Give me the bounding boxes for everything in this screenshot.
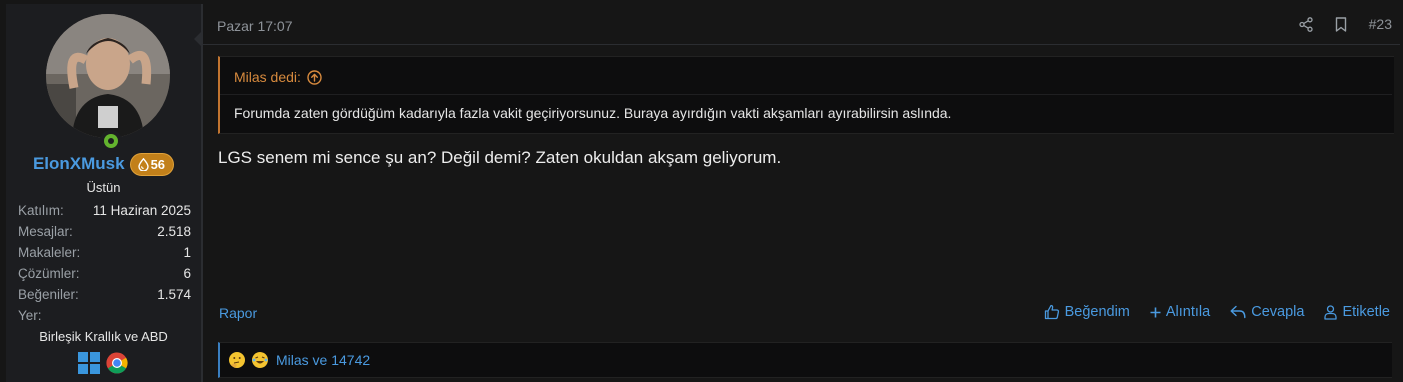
post-arrow [194,30,203,48]
reactions-bar[interactable]: Milas ve 14742 [218,342,1392,378]
stat-solutions: Çözümler: 6 [18,266,191,281]
stat-location: Yer: [18,308,42,323]
reply-button[interactable]: Cevapla [1230,304,1304,320]
reputation-badge[interactable]: 56 [129,152,175,176]
post-actions: Beğendim Alıntıla Cevapla Etiketle [1044,304,1390,320]
reputation-value: 56 [150,156,166,172]
quote-text: Forumda zaten gördüğüm kadarıyla fazla v… [234,105,952,121]
report-link[interactable]: Rapor [219,305,257,321]
post-main: Pazar 17:07 #23 Milas dedi: Forumda zate… [194,4,1400,382]
chrome-icon [106,352,128,374]
windows-icon [78,352,100,374]
forum-post: ElonXMusk 56 Üstün Katılım: 11 Haziran 20… [0,0,1403,382]
post-message: LGS senem mi sence şu an? Değil demi? Za… [218,148,782,167]
thumbs-up-icon [1044,304,1059,320]
quote-divider [220,94,1392,95]
quote-block: Milas dedi: Forumda zaten gördüğüm kadar… [218,56,1394,134]
post-footer: Rapor Beğendim Alıntıla Cevapla Etiketle [203,302,1400,328]
stat-articles: Makaleler: 1 [18,245,191,260]
drop-icon [137,157,149,171]
post-date[interactable]: Pazar 17:07 [217,18,293,34]
tag-button[interactable]: Etiketle [1324,304,1390,320]
user-title: Üstün [86,180,121,195]
laughing-emoji-icon [252,352,268,368]
plus-icon [1150,307,1161,317]
share-icon[interactable] [1298,16,1313,32]
username-row: ElonXMusk 56 [6,151,201,177]
reactions-text[interactable]: Milas ve 14742 [276,352,370,368]
post-header: Pazar 17:07 #23 [203,4,1400,45]
like-button[interactable]: Beğendim [1044,304,1130,320]
stat-messages: Mesajlar: 2.518 [18,224,191,239]
post-header-actions: #23 [1298,16,1392,32]
reply-icon [1230,305,1246,319]
online-status-icon [100,130,122,152]
user-icon [1324,304,1338,320]
quote-author[interactable]: Milas dedi: [234,69,301,85]
arrow-up-circle-icon[interactable] [307,69,322,85]
user-panel: ElonXMusk 56 Üstün Katılım: 11 Haziran 20… [6,4,202,382]
quote-header[interactable]: Milas dedi: [234,69,322,85]
avatar[interactable] [46,14,170,152]
user-stats: Katılım: 11 Haziran 2025 Mesajlar: 2.518 M… [18,200,191,326]
post-number[interactable]: #23 [1369,16,1392,32]
thinking-emoji-icon [229,352,245,368]
user-platforms [78,352,128,374]
user-location: Birleşik Krallık ve ABD [39,329,168,344]
stat-likes: Beğeniler: 1.574 [18,287,191,302]
bookmark-icon[interactable] [1335,16,1347,32]
avatar-image[interactable] [46,14,170,138]
username-link[interactable]: ElonXMusk [33,154,125,174]
stat-joined: Katılım: 11 Haziran 2025 [18,203,191,218]
quote-button[interactable]: Alıntıla [1150,304,1210,320]
